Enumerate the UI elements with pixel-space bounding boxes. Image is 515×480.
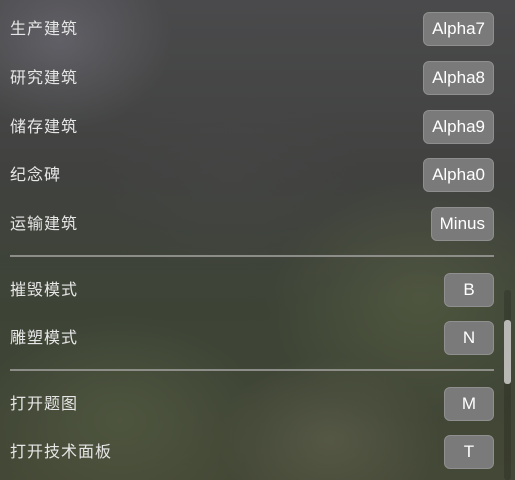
keybinding-row-storage-buildings: 储存建筑 Alpha9 bbox=[0, 110, 498, 144]
keybinding-label: 摧毁模式 bbox=[10, 280, 79, 299]
keybinding-row-sculpt-mode: 雕塑模式 N bbox=[0, 321, 498, 355]
key-button-b[interactable]: B bbox=[444, 273, 494, 307]
keybinding-row-open-title-map: 打开题图 M bbox=[0, 387, 498, 421]
scrollbar-thumb[interactable] bbox=[504, 320, 511, 384]
keybinding-label: 打开技术面板 bbox=[10, 442, 113, 461]
key-button-m[interactable]: M bbox=[444, 387, 494, 421]
section-divider bbox=[10, 255, 494, 257]
keybinding-label: 研究建筑 bbox=[10, 68, 79, 87]
keybinding-label: 生产建筑 bbox=[10, 19, 79, 38]
keybinding-row-transport-buildings: 运输建筑 Minus bbox=[0, 207, 498, 241]
key-button-alpha9[interactable]: Alpha9 bbox=[423, 110, 494, 144]
keybinding-label: 雕塑模式 bbox=[10, 328, 79, 347]
key-button-alpha0[interactable]: Alpha0 bbox=[423, 158, 494, 192]
key-button-n[interactable]: N bbox=[444, 321, 494, 355]
keybinding-label: 储存建筑 bbox=[10, 117, 79, 136]
key-button-t[interactable]: T bbox=[444, 435, 494, 469]
keybinding-panel: 生产建筑 Alpha7 研究建筑 Alpha8 储存建筑 Alpha9 纪念碑 … bbox=[0, 0, 515, 480]
key-button-minus[interactable]: Minus bbox=[430, 207, 494, 241]
key-button-alpha8[interactable]: Alpha8 bbox=[423, 61, 494, 95]
keybinding-label: 纪念碑 bbox=[10, 165, 62, 184]
keybinding-row-production-buildings: 生产建筑 Alpha7 bbox=[0, 12, 498, 46]
keybinding-label: 打开题图 bbox=[10, 394, 79, 413]
keybinding-row-demolish-mode: 摧毁模式 B bbox=[0, 273, 498, 307]
section-divider bbox=[10, 369, 494, 371]
keybinding-row-open-tech-panel: 打开技术面板 T bbox=[0, 435, 498, 469]
keybinding-row-research-buildings: 研究建筑 Alpha8 bbox=[0, 61, 498, 95]
keybinding-label: 运输建筑 bbox=[10, 214, 79, 233]
key-button-alpha7[interactable]: Alpha7 bbox=[423, 12, 494, 46]
keybinding-row-monument: 纪念碑 Alpha0 bbox=[0, 158, 498, 192]
scrollbar-track[interactable] bbox=[504, 290, 511, 480]
